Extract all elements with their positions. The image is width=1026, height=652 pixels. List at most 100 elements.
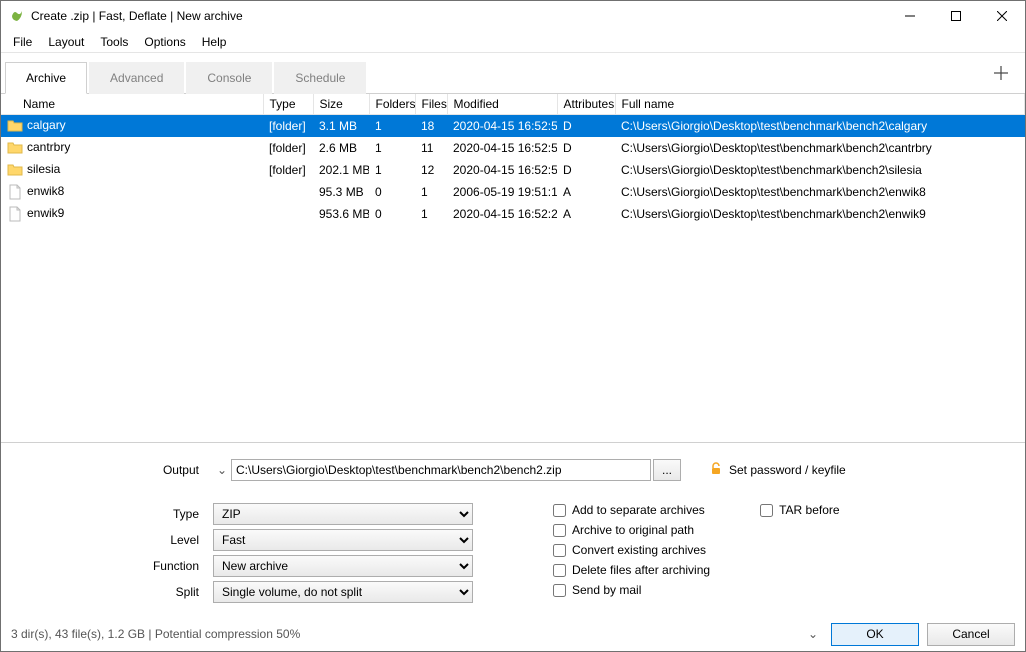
tab-strip: Archive Advanced Console Schedule — [1, 53, 1025, 93]
cell-modified: 2006-05-19 19:51:12 — [447, 181, 557, 203]
cell-files: 12 — [415, 159, 447, 181]
cell-full: C:\Users\Giorgio\Desktop\test\benchmark\… — [615, 159, 1025, 181]
cell-attr: D — [557, 137, 615, 159]
tab-advanced[interactable]: Advanced — [89, 62, 184, 94]
cell-folders: 0 — [369, 203, 415, 225]
cell-attr: D — [557, 159, 615, 181]
folder-icon — [7, 140, 23, 156]
split-select[interactable]: Single volume, do not split — [213, 581, 473, 603]
chk-delete[interactable]: Delete files after archiving — [553, 563, 710, 577]
options-panel: Output ⌄ ... Set password / keyfile Type… — [1, 442, 1025, 617]
window-title: Create .zip | Fast, Deflate | New archiv… — [31, 9, 887, 23]
cell-size: 2.6 MB — [313, 137, 369, 159]
chk-convert[interactable]: Convert existing archives — [553, 543, 710, 557]
table-row[interactable]: cantrbry[folder]2.6 MB1112020-04-15 16:5… — [1, 137, 1025, 159]
col-files[interactable]: Files — [415, 94, 447, 115]
cell-type: [folder] — [263, 159, 313, 181]
table-row[interactable]: enwik895.3 MB012006-05-19 19:51:12AC:\Us… — [1, 181, 1025, 203]
close-button[interactable] — [979, 1, 1025, 31]
output-label: Output — [13, 463, 213, 477]
split-label: Split — [13, 585, 213, 599]
file-icon — [7, 206, 23, 222]
chk-mail[interactable]: Send by mail — [553, 583, 710, 597]
cell-modified: 2020-04-15 16:52:22 — [447, 203, 557, 225]
col-folders[interactable]: Folders — [369, 94, 415, 115]
footer-chevron-icon[interactable]: ⌄ — [803, 627, 823, 641]
type-label: Type — [13, 507, 213, 521]
col-modified[interactable]: Modified — [447, 94, 557, 115]
cell-attr: A — [557, 203, 615, 225]
cell-folders: 1 — [369, 159, 415, 181]
cell-full: C:\Users\Giorgio\Desktop\test\benchmark\… — [615, 137, 1025, 159]
function-select[interactable]: New archive — [213, 555, 473, 577]
col-fullname[interactable]: Full name — [615, 94, 1025, 115]
cell-folders: 1 — [369, 137, 415, 159]
table-row[interactable]: enwik9 953.6 MB012020-04-15 16:52:22AC:\U… — [1, 203, 1025, 225]
cell-type: [folder] — [263, 137, 313, 159]
tab-console[interactable]: Console — [186, 62, 272, 94]
cell-folders: 1 — [369, 115, 415, 138]
output-input[interactable] — [231, 459, 651, 481]
titlebar: Create .zip | Fast, Deflate | New archiv… — [1, 1, 1025, 31]
cell-name: cantrbry — [27, 140, 70, 154]
chk-tar[interactable]: TAR before — [760, 503, 839, 517]
tab-schedule[interactable]: Schedule — [274, 62, 366, 94]
cell-size: 3.1 MB — [313, 115, 369, 138]
cell-full: C:\Users\Giorgio\Desktop\test\benchmark\… — [615, 203, 1025, 225]
set-password-label: Set password / keyfile — [729, 463, 846, 477]
table-header-row: Name Type Size Folders Files Modified At… — [1, 94, 1025, 115]
cancel-button[interactable]: Cancel — [927, 623, 1015, 646]
cell-name: enwik9 — [27, 206, 64, 220]
chk-original[interactable]: Archive to original path — [553, 523, 710, 537]
chk-separate[interactable]: Add to separate archives — [553, 503, 710, 517]
function-label: Function — [13, 559, 213, 573]
browse-button[interactable]: ... — [653, 459, 681, 481]
menu-help[interactable]: Help — [194, 33, 235, 51]
lock-icon — [709, 462, 723, 479]
file-table: Name Type Size Folders Files Modified At… — [1, 93, 1025, 225]
cell-folders: 0 — [369, 181, 415, 203]
app-window: Create .zip | Fast, Deflate | New archiv… — [0, 0, 1026, 652]
minimize-button[interactable] — [887, 1, 933, 31]
level-select[interactable]: Fast — [213, 529, 473, 551]
cell-modified: 2020-04-15 16:52:58 — [447, 115, 557, 138]
col-type[interactable]: Type — [263, 94, 313, 115]
col-attributes[interactable]: Attributes — [557, 94, 615, 115]
level-label: Level — [13, 533, 213, 547]
cell-files: 18 — [415, 115, 447, 138]
folder-icon — [7, 162, 23, 178]
col-size[interactable]: Size — [313, 94, 369, 115]
table-row[interactable]: silesia[folder]202.1 MB1122020-04-15 16:… — [1, 159, 1025, 181]
cell-name: calgary — [27, 118, 66, 132]
cell-full: C:\Users\Giorgio\Desktop\test\benchmark\… — [615, 181, 1025, 203]
menu-options[interactable]: Options — [136, 33, 193, 51]
menu-tools[interactable]: Tools — [92, 33, 136, 51]
cell-type — [263, 203, 313, 225]
cell-files: 1 — [415, 203, 447, 225]
status-text: 3 dir(s), 43 file(s), 1.2 GB | Potential… — [11, 627, 795, 641]
cell-size: 953.6 MB — [313, 203, 369, 225]
maximize-button[interactable] — [933, 1, 979, 31]
add-button[interactable] — [981, 53, 1021, 93]
col-name[interactable]: Name — [1, 94, 263, 115]
cell-files: 1 — [415, 181, 447, 203]
cell-type — [263, 181, 313, 203]
set-password-link[interactable]: Set password / keyfile — [709, 462, 846, 479]
folder-icon — [7, 118, 23, 134]
file-area-blank[interactable] — [1, 225, 1025, 442]
menu-file[interactable]: File — [5, 33, 40, 51]
tab-archive[interactable]: Archive — [5, 62, 87, 94]
menubar: File Layout Tools Options Help — [1, 31, 1025, 53]
cell-size: 95.3 MB — [313, 181, 369, 203]
cell-full: C:\Users\Giorgio\Desktop\test\benchmark\… — [615, 115, 1025, 138]
output-chevron-icon[interactable]: ⌄ — [213, 463, 231, 477]
cell-type: [folder] — [263, 115, 313, 138]
cell-attr: D — [557, 115, 615, 138]
menu-layout[interactable]: Layout — [40, 33, 92, 51]
ok-button[interactable]: OK — [831, 623, 919, 646]
cell-modified: 2020-04-15 16:52:58 — [447, 159, 557, 181]
file-icon — [7, 184, 23, 200]
type-select[interactable]: ZIP — [213, 503, 473, 525]
footer: 3 dir(s), 43 file(s), 1.2 GB | Potential… — [1, 617, 1025, 651]
table-row[interactable]: calgary [folder]3.1 MB1182020-04-15 16:52… — [1, 115, 1025, 138]
